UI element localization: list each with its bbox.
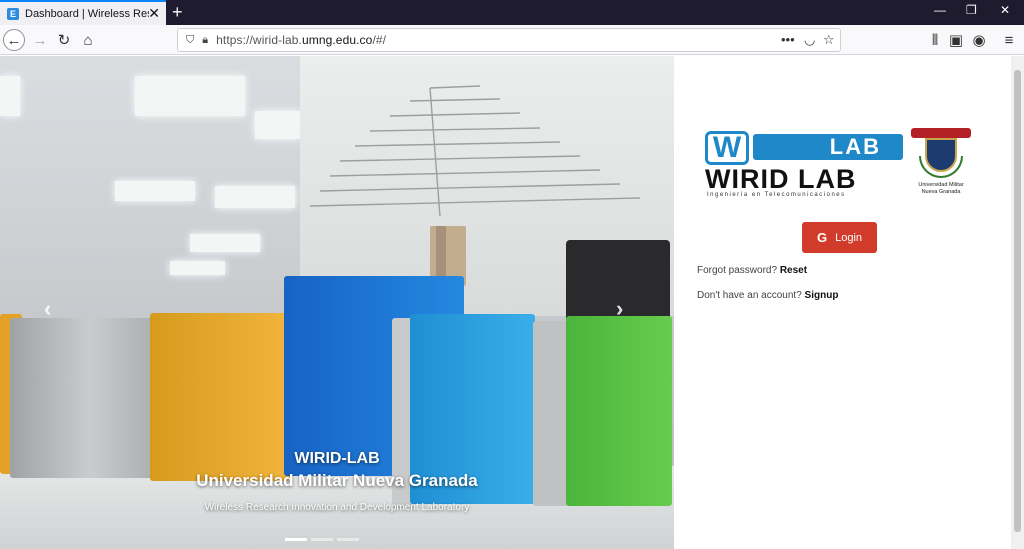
- ceiling-light: [255, 111, 300, 139]
- page-scrollbar[interactable]: [1011, 56, 1024, 549]
- logo-w: W: [705, 131, 749, 165]
- home-button[interactable]: ⌂: [77, 29, 99, 51]
- ceiling-light: [215, 186, 295, 208]
- ceiling-light: [135, 76, 245, 116]
- carousel-indicator[interactable]: [337, 538, 359, 541]
- university-crest: Universidad Militar Nueva Granada: [911, 126, 971, 201]
- carousel-next-icon[interactable]: ›: [616, 296, 623, 322]
- url-domain: umng.edu.co: [301, 33, 373, 47]
- restore-icon[interactable]: ❐: [966, 3, 977, 17]
- url-text[interactable]: https://wirid-lab.umng.edu.co/#/: [216, 33, 386, 47]
- navigation-toolbar: ← → ↻ ⌂ ⛉ 🔒︎ https://wirid-lab.umng.edu.…: [0, 25, 1024, 55]
- carousel-indicator[interactable]: [285, 538, 307, 541]
- forward-button[interactable]: →: [29, 29, 51, 51]
- carousel-prev-icon[interactable]: ‹: [44, 296, 51, 322]
- bookmark-star-icon[interactable]: ☆: [823, 32, 835, 48]
- back-button[interactable]: ←: [3, 29, 25, 51]
- tab-favicon-icon: E: [7, 7, 19, 20]
- crest-line1: Universidad Militar: [918, 182, 964, 188]
- library-icon[interactable]: ⫴: [924, 29, 946, 51]
- scrollbar-thumb[interactable]: [1014, 70, 1021, 532]
- logo-lab: LAB: [753, 134, 903, 160]
- new-tab-icon[interactable]: +: [172, 1, 183, 23]
- ceiling-light: [0, 76, 20, 116]
- carousel-caption-title: WIRID-LAB: [294, 450, 380, 467]
- signup-link[interactable]: Signup: [805, 290, 839, 301]
- reset-link[interactable]: Reset: [780, 265, 807, 276]
- hero-carousel: ‹ › WIRID-LAB Universidad Militar Nueva …: [0, 56, 674, 549]
- pocket-icon[interactable]: ◡: [804, 32, 815, 48]
- sidebar-icon[interactable]: ▣: [945, 29, 967, 51]
- reload-button[interactable]: ↻: [53, 29, 75, 51]
- tab-strip: E Dashboard | Wireless Research I ✕ + — …: [0, 0, 1024, 25]
- antenna-array: [309, 85, 641, 217]
- crest-line2: Nueva Granada: [921, 189, 961, 195]
- crest-shield-icon: [925, 138, 957, 172]
- tab-title: Dashboard | Wireless Research I: [25, 7, 149, 20]
- browser-tab[interactable]: E Dashboard | Wireless Research I ✕: [0, 0, 166, 25]
- page-actions-icon[interactable]: •••: [781, 32, 795, 47]
- wirid-lab-logo: W LAB WIRID LAB Ingeniería en Telecomuni…: [705, 128, 905, 200]
- ceiling-light: [170, 261, 225, 275]
- close-window-icon[interactable]: ✕: [1000, 3, 1010, 17]
- carousel-indicator[interactable]: [311, 538, 333, 541]
- google-icon: G: [816, 230, 828, 245]
- menu-icon[interactable]: ≡: [998, 29, 1020, 51]
- minimize-icon[interactable]: —: [934, 3, 946, 17]
- forgot-password-text: Forgot password?: [697, 265, 778, 276]
- url-bar[interactable]: ⛉ 🔒︎ https://wirid-lab.umng.edu.co/#/ ••…: [177, 28, 841, 52]
- logo-wordmark: WIRID LAB: [705, 164, 857, 194]
- url-suffix: /#/: [372, 33, 387, 47]
- forgot-password-line: Forgot password? Reset: [697, 265, 807, 276]
- close-tab-icon[interactable]: ✕: [148, 5, 160, 22]
- account-icon[interactable]: ◉: [968, 29, 990, 51]
- google-login-button[interactable]: G Login: [802, 222, 877, 253]
- signup-line: Don't have an account? Signup: [697, 290, 838, 301]
- signup-text: Don't have an account?: [697, 290, 802, 301]
- url-prefix: https://wirid-lab.: [216, 33, 302, 47]
- logo-tagline: Ingeniería en Telecomunicaciones: [707, 192, 846, 198]
- lock-icon[interactable]: 🔒︎: [202, 34, 208, 47]
- login-button-label: Login: [835, 231, 863, 244]
- ceiling-light: [190, 234, 260, 252]
- crest-text: Universidad Militar Nueva Granada: [911, 182, 971, 196]
- carousel-caption-subtitle: Universidad Militar Nueva Granada: [196, 471, 478, 490]
- crest-ribbon: [911, 128, 971, 138]
- carousel-caption-text: Wireless Research Innovation and Develop…: [204, 502, 470, 513]
- carousel-indicators: [285, 538, 359, 541]
- tracking-shield-icon[interactable]: ⛉: [186, 34, 194, 47]
- ceiling-light: [115, 181, 195, 201]
